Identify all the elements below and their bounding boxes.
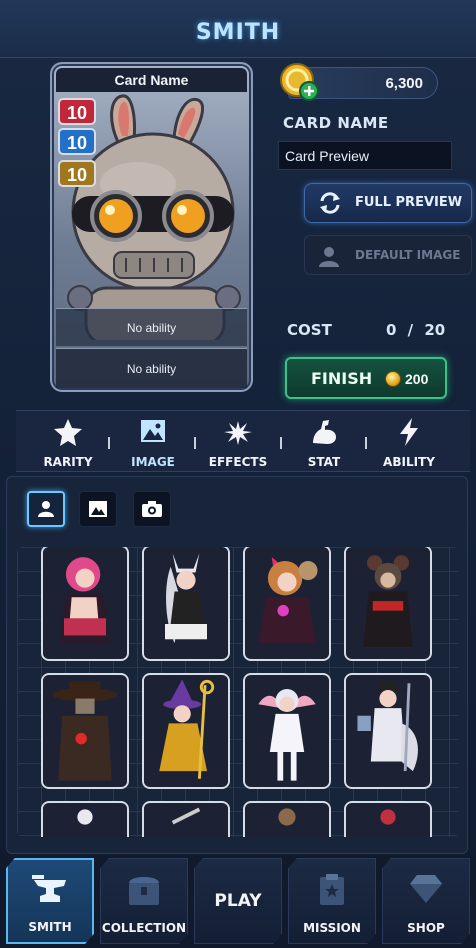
default-image-label: DEFAULT IMAGE xyxy=(355,248,461,262)
bottom-nav: SMITH COLLECTION PLAY MISSION SHOP xyxy=(0,856,476,948)
nav-shop[interactable]: SHOP xyxy=(382,858,470,944)
nav-label: SMITH xyxy=(28,920,72,934)
character-art xyxy=(346,675,430,787)
character-art xyxy=(346,547,430,659)
nav-smith[interactable]: SMITH xyxy=(6,858,94,944)
character-art xyxy=(245,675,329,787)
coin-amount: 6,300 xyxy=(385,75,423,92)
clipboard-icon xyxy=(320,874,344,905)
camera-icon xyxy=(142,501,162,517)
tab-label: STAT xyxy=(307,455,341,469)
finish-button[interactable]: FINISH 200 xyxy=(285,357,447,399)
cost-stat-badge: 10 xyxy=(58,160,96,187)
character-art xyxy=(144,675,228,787)
coin-icon xyxy=(385,371,401,387)
character-art xyxy=(346,803,430,837)
editor-tabs: RARITY IMAGE EFFECTS STAT ABILITY xyxy=(16,410,470,472)
nav-mission[interactable]: MISSION xyxy=(288,858,376,944)
character-thumbnail[interactable] xyxy=(243,673,331,789)
nav-label: MISSION xyxy=(303,921,361,935)
tab-divider xyxy=(194,437,196,449)
character-art xyxy=(245,803,329,837)
default-image-button[interactable]: DEFAULT IMAGE xyxy=(304,235,472,275)
anvil-icon xyxy=(32,875,66,902)
nav-collection[interactable]: COLLECTION xyxy=(100,858,188,944)
character-thumbnail[interactable] xyxy=(344,673,432,789)
tab-label: IMAGE xyxy=(131,455,175,469)
defense-stat-badge: 10 xyxy=(58,128,96,155)
nav-label: COLLECTION xyxy=(101,921,187,935)
character-art xyxy=(144,803,228,837)
muscle-icon xyxy=(313,420,336,444)
tab-divider xyxy=(365,437,367,449)
character-thumbnail[interactable] xyxy=(142,801,230,837)
nav-play[interactable]: PLAY xyxy=(194,858,282,944)
cost-label: COST xyxy=(287,321,332,339)
full-preview-button[interactable]: FULL PREVIEW xyxy=(304,183,472,223)
character-art xyxy=(144,547,228,659)
star-icon xyxy=(54,419,82,446)
person-icon xyxy=(38,501,54,517)
tab-rarity[interactable]: RARITY xyxy=(28,411,108,473)
tab-label: RARITY xyxy=(43,455,93,469)
character-art xyxy=(43,547,127,659)
refresh-icon xyxy=(320,192,340,214)
character-thumbnail[interactable] xyxy=(142,547,230,661)
tab-stat[interactable]: STAT xyxy=(284,411,364,473)
character-thumbnail[interactable] xyxy=(243,801,331,837)
character-thumbnail[interactable] xyxy=(41,673,129,789)
ability-slot-1: No ability xyxy=(56,308,247,346)
tab-label: EFFECTS xyxy=(208,455,268,469)
tab-label: ABILITY xyxy=(383,455,435,469)
nav-label: SHOP xyxy=(407,921,445,935)
coin-add-icon[interactable] xyxy=(279,62,319,102)
diamond-icon xyxy=(410,875,442,903)
app-root: SMITH Card Name 10 10 10 No ability No a… xyxy=(0,0,476,948)
character-thumbnail[interactable] xyxy=(41,801,129,837)
subtab-gallery[interactable] xyxy=(79,491,117,527)
lightning-icon xyxy=(400,418,418,446)
character-thumbnail[interactable] xyxy=(243,547,331,661)
page-title: SMITH xyxy=(195,20,281,45)
character-thumbnail[interactable] xyxy=(142,673,230,789)
subtab-character[interactable] xyxy=(27,491,65,527)
character-art xyxy=(43,675,127,787)
ability-slot-2: No ability xyxy=(56,348,247,388)
card-preview[interactable]: Card Name 10 10 10 No ability No ability xyxy=(50,62,253,392)
tab-divider xyxy=(108,437,110,449)
tab-ability[interactable]: ABILITY xyxy=(369,411,449,473)
image-panel xyxy=(6,476,468,854)
subtab-camera[interactable] xyxy=(133,491,171,527)
person-icon xyxy=(319,247,339,267)
character-art xyxy=(43,803,127,837)
chest-icon xyxy=(129,877,159,905)
image-icon xyxy=(89,501,107,517)
character-thumbnail[interactable] xyxy=(344,801,432,837)
cost-value: 0 / 20 xyxy=(386,321,446,339)
finish-label: FINISH xyxy=(311,369,373,388)
attack-stat-badge: 10 xyxy=(58,98,96,125)
header: SMITH xyxy=(0,0,476,58)
character-thumbnail[interactable] xyxy=(41,547,129,661)
nav-label: PLAY xyxy=(214,891,262,911)
image-icon xyxy=(141,420,165,442)
card-name-input[interactable] xyxy=(278,141,452,170)
character-thumbnail[interactable] xyxy=(344,547,432,661)
tab-effects[interactable]: EFFECTS xyxy=(198,411,278,473)
image-grid xyxy=(17,547,459,837)
tab-divider xyxy=(280,437,282,449)
card-name-label: CARD NAME xyxy=(283,114,389,132)
burst-icon xyxy=(224,421,252,445)
full-preview-label: FULL PREVIEW xyxy=(355,195,463,210)
finish-price: 200 xyxy=(405,371,429,387)
tab-image[interactable]: IMAGE xyxy=(113,411,193,473)
card-title: Card Name xyxy=(56,68,247,92)
character-art xyxy=(245,547,329,659)
